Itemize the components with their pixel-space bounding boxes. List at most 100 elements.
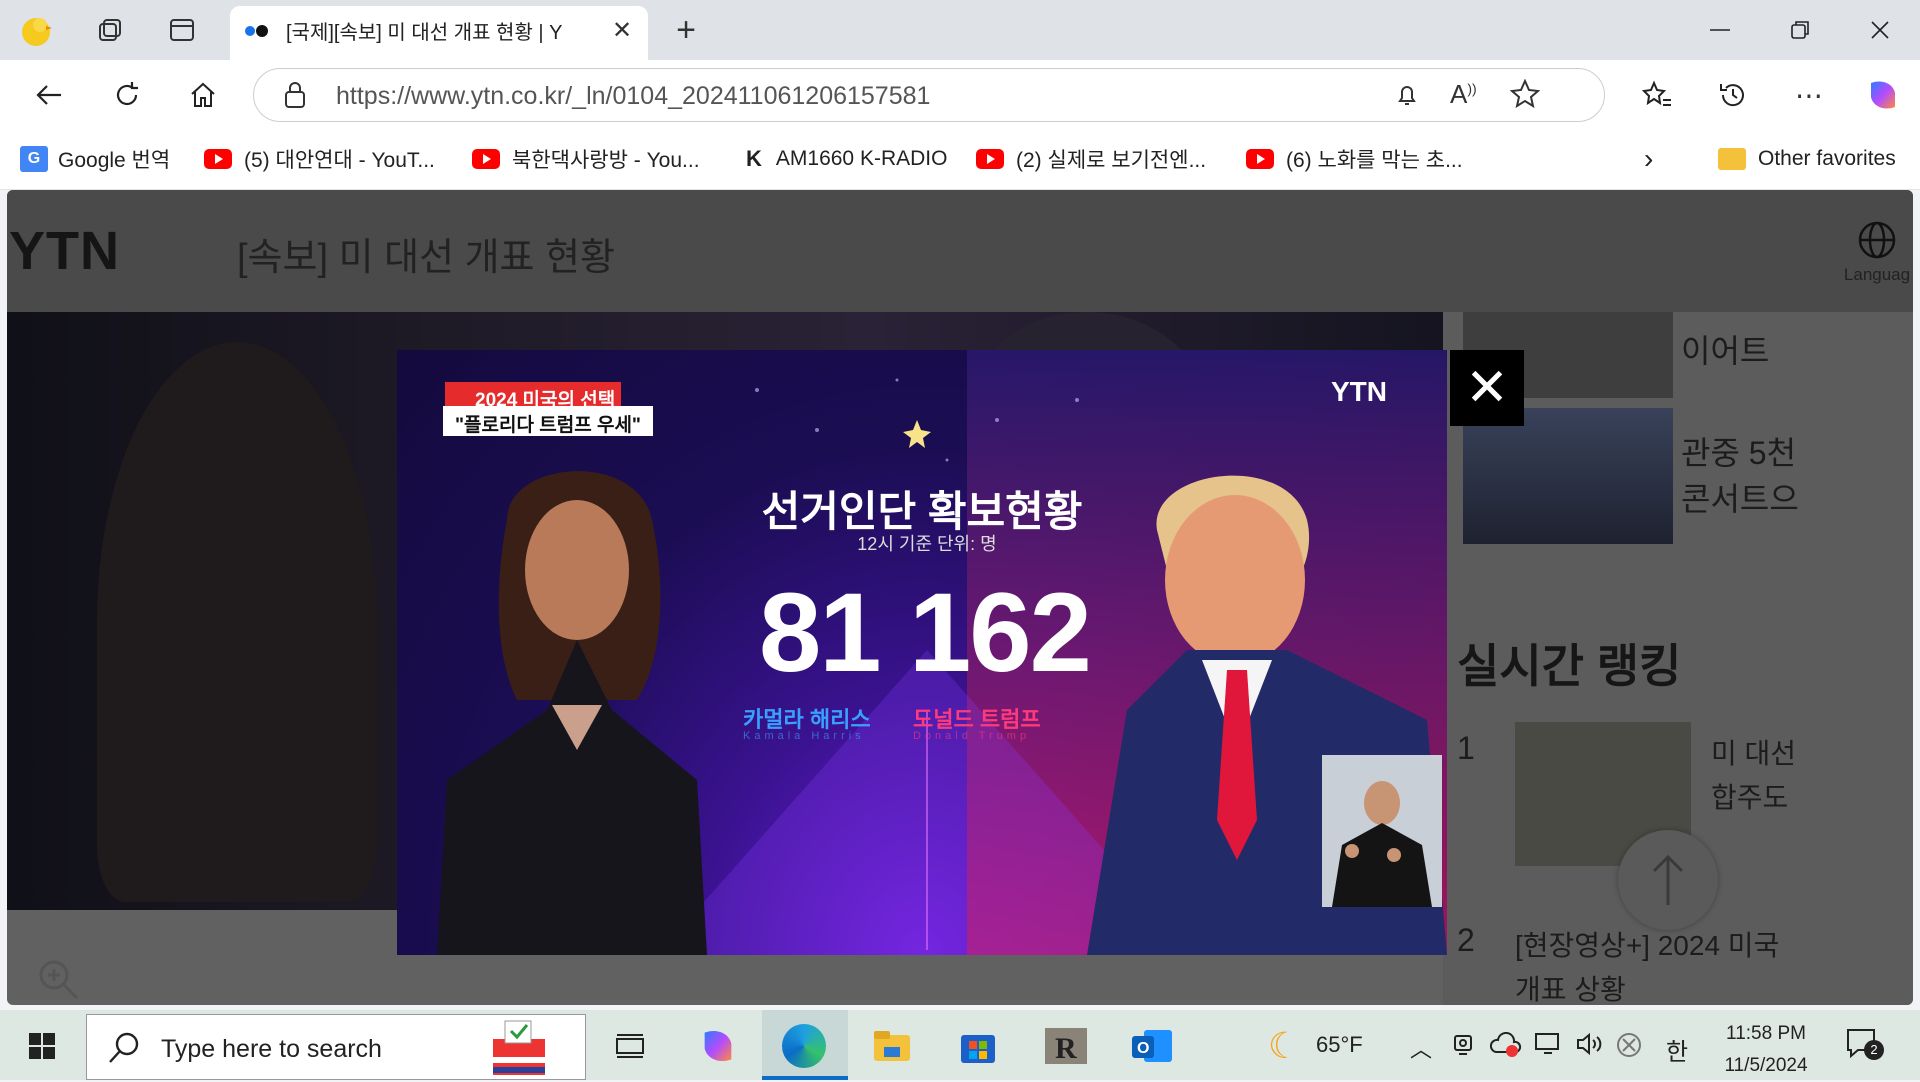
- home-icon[interactable]: [182, 74, 224, 116]
- taskbar: Type here to search R O ☾ 65°F ︿ 한 11:58…: [0, 1010, 1920, 1080]
- fav-youtube-1[interactable]: (5) 대안연대 - YouT...: [204, 144, 435, 174]
- language-label: Languag: [1843, 265, 1911, 284]
- rank-number: 2: [1457, 922, 1475, 958]
- taskbar-search[interactable]: Type here to search: [86, 1014, 586, 1080]
- app-r-icon[interactable]: R: [1044, 1024, 1088, 1068]
- harris-votes: 81: [759, 570, 882, 695]
- globe-icon: [1858, 221, 1896, 259]
- bell-icon[interactable]: [1396, 81, 1418, 114]
- fav-label: (6) 노화를 막는 초...: [1286, 149, 1463, 172]
- clock-time: 11:58 PM: [1726, 1023, 1806, 1044]
- chevron-right-icon[interactable]: ›: [1644, 143, 1653, 174]
- lock-icon[interactable]: [284, 81, 306, 114]
- svg-text:O: O: [1137, 1040, 1149, 1057]
- restore-icon[interactable]: [1782, 12, 1818, 48]
- fav-youtube-3[interactable]: (2) 실제로 보기전엔...: [976, 144, 1206, 174]
- show-hidden-icons[interactable]: ︿: [1410, 1032, 1432, 1064]
- favorites-icon[interactable]: [1636, 74, 1678, 116]
- volume-icon[interactable]: [1576, 1032, 1606, 1062]
- clock[interactable]: 11:58 PM 11/5/2024: [1706, 1018, 1826, 1082]
- profile-avatar-icon[interactable]: [18, 12, 54, 48]
- fav-label: 북한댁사랑방 - You...: [512, 149, 700, 172]
- background-person-left: [97, 342, 377, 902]
- youtube-icon: [204, 149, 232, 169]
- fav-label: AM1660 K-RADIO: [775, 147, 948, 170]
- task-view-icon[interactable]: [608, 1024, 652, 1068]
- fav-youtube-2[interactable]: 북한댁사랑방 - You...: [472, 144, 700, 174]
- more-menu-icon[interactable]: ⋯: [1788, 74, 1830, 116]
- scroll-top-button[interactable]: [1618, 830, 1718, 930]
- ime-indicator[interactable]: 한: [1666, 1032, 1688, 1067]
- ytn-logo[interactable]: YTN: [9, 220, 120, 282]
- microsoft-store-icon[interactable]: [956, 1024, 1000, 1068]
- harris-english-name: Kamala Harris: [743, 730, 865, 742]
- no-connection-icon[interactable]: [1616, 1032, 1642, 1064]
- copilot-taskbar-icon[interactable]: [696, 1024, 740, 1068]
- youtube-icon: [472, 149, 500, 169]
- side-news-text[interactable]: 이어트: [1681, 326, 1769, 372]
- rank-text[interactable]: 미 대선: [1711, 732, 1796, 772]
- favorite-star-icon[interactable]: [1509, 78, 1541, 114]
- fav-google-translate[interactable]: G Google 번역: [20, 144, 170, 174]
- trump-votes: 162: [909, 570, 1092, 695]
- search-placeholder: Type here to search: [161, 1035, 382, 1063]
- modal-ytn-logo: YTN: [1331, 376, 1387, 407]
- file-explorer-icon[interactable]: [870, 1024, 914, 1068]
- tab-title: [국제][속보] 미 대선 개표 현황 | Y: [286, 22, 563, 44]
- fav-label: (2) 실제로 보기전엔...: [1016, 149, 1207, 172]
- ytn-favicon-icon: [244, 24, 270, 43]
- edge-taskbar-active[interactable]: [762, 1010, 848, 1080]
- copilot-icon[interactable]: [1862, 74, 1904, 116]
- workspaces-icon[interactable]: [92, 12, 128, 48]
- toolbar: https://www.ytn.co.kr/_ln/0104_202411061…: [0, 60, 1920, 130]
- close-window-icon[interactable]: [1862, 12, 1898, 48]
- rank-text[interactable]: 합주도: [1711, 776, 1788, 816]
- concert-thumbnail[interactable]: [1463, 408, 1673, 544]
- rank-number: 1: [1457, 730, 1475, 766]
- trump-english-name: Donald Trump: [913, 730, 1031, 742]
- edge-icon: [782, 1024, 826, 1068]
- youtube-icon: [1246, 149, 1274, 169]
- fav-k-radio[interactable]: K AM1660 K-RADIO: [746, 144, 947, 174]
- other-favorites[interactable]: Other favorites: [1718, 144, 1896, 174]
- url-text[interactable]: https://www.ytn.co.kr/_ln/0104_202411061…: [336, 82, 930, 111]
- side-news-text[interactable]: 관중 5천: [1681, 428, 1796, 474]
- rank-text[interactable]: 개표 상황: [1515, 968, 1626, 1005]
- address-bar[interactable]: https://www.ytn.co.kr/_ln/0104_202411061…: [253, 68, 1605, 122]
- refresh-icon[interactable]: [106, 74, 148, 116]
- ballot-box-icon[interactable]: [487, 1019, 551, 1082]
- weather-moon-icon[interactable]: ☾: [1262, 1024, 1306, 1068]
- sign-language-interpreter: [1322, 755, 1442, 907]
- site-header: YTN [속보] 미 대선 개표 현황 Languag: [7, 190, 1913, 312]
- network-icon[interactable]: [1534, 1032, 1564, 1062]
- arrow-up-icon: [1652, 854, 1684, 905]
- outlook-icon[interactable]: O: [1130, 1024, 1174, 1068]
- language-selector[interactable]: Languag: [1837, 220, 1913, 285]
- election-video-modal: 2024 미국의 선택 "플로리다 트럼프 우세" YTN 선거인단 확보현황 …: [397, 350, 1447, 955]
- tab-strip: [국제][속보] 미 대선 개표 현황 | Y ✕ +: [0, 0, 1920, 60]
- youtube-icon: [976, 149, 1004, 169]
- clock-date: 11/5/2024: [1724, 1055, 1808, 1076]
- vertical-tabs-icon[interactable]: [164, 12, 200, 48]
- read-aloud-icon[interactable]: A)): [1450, 79, 1477, 110]
- modal-close-button[interactable]: ✕: [1450, 350, 1524, 426]
- fav-youtube-4[interactable]: (6) 노화를 막는 초...: [1246, 144, 1463, 174]
- headline-badge: "플로리다 트럼프 우세": [443, 406, 653, 436]
- zoom-icon[interactable]: [37, 958, 79, 1000]
- fav-label: (5) 대안연대 - YouT...: [244, 149, 435, 172]
- weather-temp[interactable]: 65°F: [1316, 1032, 1363, 1058]
- active-tab[interactable]: [국제][속보] 미 대선 개표 현황 | Y ✕: [230, 6, 648, 60]
- new-tab-button[interactable]: +: [668, 11, 704, 49]
- history-icon[interactable]: [1712, 74, 1754, 116]
- cloud-error-icon[interactable]: [1489, 1031, 1522, 1064]
- camera-icon[interactable]: [1452, 1032, 1474, 1064]
- rank-text[interactable]: [현장영상+] 2024 미국: [1515, 924, 1779, 964]
- notification-icon[interactable]: 2: [1846, 1028, 1884, 1063]
- back-icon[interactable]: [28, 74, 70, 116]
- search-icon: [107, 1031, 141, 1070]
- page-heading: [속보] 미 대선 개표 현황: [237, 237, 615, 279]
- minimize-icon[interactable]: [1702, 12, 1738, 48]
- side-news-text[interactable]: 콘서트으: [1681, 474, 1799, 520]
- windows-start-icon[interactable]: [20, 1024, 64, 1068]
- tab-close-icon[interactable]: ✕: [612, 16, 632, 45]
